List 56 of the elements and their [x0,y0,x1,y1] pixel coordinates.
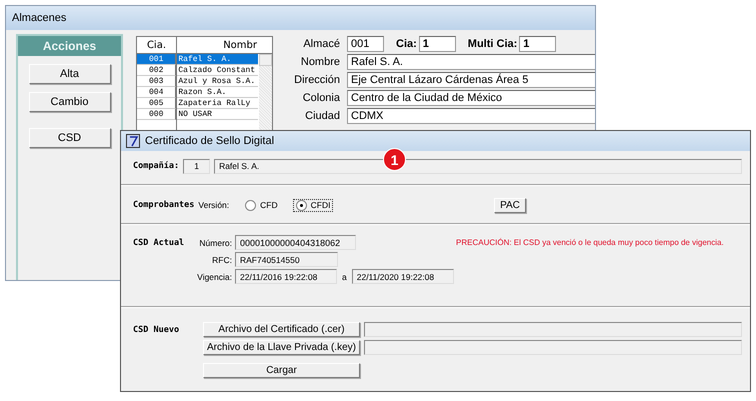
pac-button[interactable]: PAC [494,198,526,212]
app-icon [126,134,140,148]
window-title: Almacenes [6,6,595,30]
table-cell[interactable]: 005 [137,98,176,109]
field-label: Número: [198,238,233,248]
section-label: CSD Actual [133,238,186,248]
action-button[interactable]: Cambio [28,92,110,112]
table-cell[interactable]: Azul y Rosa S.A. [176,76,258,87]
warning-text: PRECAUCIÓN: El CSD ya venció o le queda muy poco tiempo de vigencia. [456,238,724,247]
input-field[interactable]: CDMX [347,108,595,124]
table-cell[interactable]: 004 [137,87,176,98]
section-label: CSD Nuevo [133,324,180,334]
section-label: Comprobantes [133,200,194,210]
input-field[interactable]: Centro de la Ciudad de México [347,90,595,106]
radio-button[interactable]: CFD [243,200,280,210]
field-label: Ciudad [304,110,340,122]
input-field[interactable] [364,322,742,337]
field-label: Colonia [302,92,340,104]
input-field: 22/11/2020 19:22:08 [352,269,454,284]
field-label: Compañía: [133,161,180,171]
dialog-title: Certificado de Sello Digital [145,135,274,147]
table-cell[interactable]: 000 [137,109,176,120]
field-label: Multi Cia: [468,38,518,50]
range-separator: a [342,272,347,282]
action-button[interactable]: CSD [28,128,110,148]
table-cell[interactable]: Rafel S. A. [176,54,258,65]
table-cell[interactable]: 003 [137,76,176,87]
field-label: RFC: [211,254,233,264]
input-field[interactable]: Rafel S. A. [347,54,595,70]
field-label: Nombre [300,56,340,68]
input-field[interactable]: 1 [519,36,556,52]
field-label: Versión: [198,200,230,210]
table-cell[interactable]: Calzado Constant [176,65,258,76]
input-field[interactable]: 1 [418,36,456,52]
input-field: 22/11/2016 19:22:08 [235,269,337,284]
radio-button[interactable]: CFDI [294,200,332,210]
load-button[interactable]: Cargar [203,363,360,378]
field-label: Vigencia: [196,272,233,282]
input-field: RAF740514550 [235,252,338,267]
input-field: 1 [183,158,210,174]
input-field[interactable] [364,340,742,355]
field-label: Almacé [302,38,340,50]
table-cell[interactable]: Zapateria RalLy [176,98,258,109]
input-field[interactable]: 001 [347,36,384,52]
action-button[interactable]: Alta [28,64,110,84]
table-cell[interactable]: Razon S.A. [176,87,258,98]
file-button[interactable]: Archivo del Certificado (.cer) [203,322,360,337]
table-cell[interactable]: 001 [137,54,176,65]
input-field: 00001000000404318062 [235,235,356,250]
field-label: Dirección [293,74,340,86]
panel-title: Acciones [18,36,121,56]
input-field[interactable]: Eje Central Lázaro Cárdenas Área 5 [347,72,595,88]
table-cell[interactable]: NO USAR [176,109,258,120]
table-cell[interactable]: 002 [137,65,176,76]
field-label: Cia: [396,38,417,50]
file-button[interactable]: Archivo de la Llave Privada (.key) [203,340,360,355]
